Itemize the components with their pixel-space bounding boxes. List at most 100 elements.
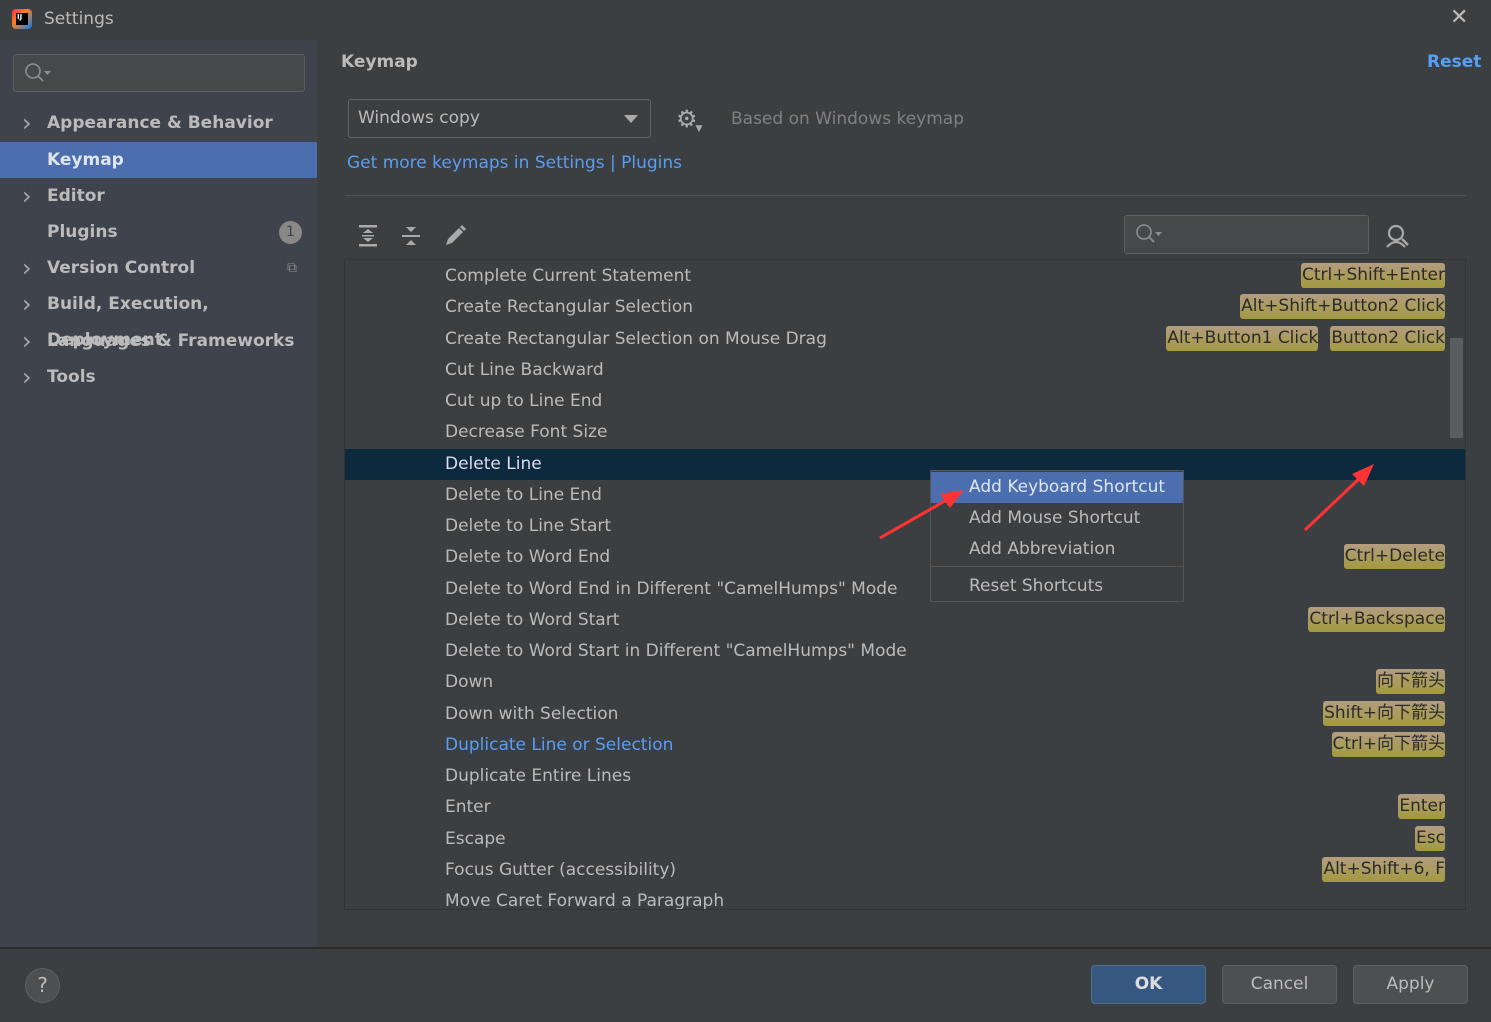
help-button[interactable]: ? (25, 968, 60, 1003)
shortcut-badge: Shift+向下箭头 (1323, 700, 1445, 726)
chevron-right-icon[interactable]: › (22, 250, 32, 286)
search-icon (25, 63, 51, 82)
collapse-all-icon[interactable] (400, 224, 422, 248)
sidebar-item-label: Keymap (47, 150, 124, 170)
shortcut-list: Esc (1415, 825, 1445, 853)
action-name: Complete Current Statement (445, 266, 692, 286)
chevron-right-icon[interactable]: › (22, 323, 32, 359)
shortcut-list: Ctrl+Backspace (1308, 606, 1445, 634)
shortcut-list: Alt+Shift+Button2 Click (1240, 294, 1445, 321)
update-count-badge: 1 (279, 221, 302, 244)
action-name: Delete to Word End (445, 547, 611, 568)
menu-item-add-keyboard-shortcut[interactable]: Add Keyboard Shortcut (931, 472, 1183, 503)
shortcut-list: Ctrl+Delete (1343, 544, 1445, 571)
action-name: Duplicate Entire Lines (445, 766, 632, 786)
shortcut-list: Shift+向下箭头 (1323, 700, 1445, 728)
sidebar-item-label: Editor (47, 186, 105, 206)
chevron-right-icon[interactable]: › (22, 105, 32, 141)
action-row[interactable]: Cut Line Backward (345, 355, 1465, 386)
sidebar-item-editor[interactable]: › Editor (0, 178, 317, 214)
shortcut-list: 向下箭头 (1376, 669, 1445, 696)
action-row[interactable]: Create Rectangular Selection Alt+Shift+Bu… (345, 292, 1465, 323)
ok-button[interactable]: OK (1091, 965, 1206, 1004)
action-name: Delete Line (445, 453, 542, 474)
sidebar-item-tools[interactable]: › Tools (0, 359, 317, 395)
action-name: Down (445, 672, 494, 693)
action-row[interactable]: Delete to Word Start in Different "Camel… (345, 636, 1465, 667)
action-row[interactable]: Decrease Font Size (345, 417, 1465, 448)
menu-item-add-abbreviation[interactable]: Add Abbreviation (931, 534, 1183, 565)
sidebar-item-build-execution-deployment[interactable]: › Build, Execution, Deployment (0, 286, 317, 350)
shortcut-badge: Ctrl+向下箭头 (1331, 731, 1445, 757)
based-on-label: Based on Windows keymap (731, 109, 964, 129)
action-name: Delete to Word Start (445, 609, 620, 630)
edit-pencil-icon[interactable] (443, 224, 467, 248)
sidebar-item-label: Languages & Frameworks (47, 331, 295, 351)
search-icon (1136, 224, 1162, 243)
intellij-logo-icon: IJ (12, 9, 32, 29)
close-icon[interactable]: ✕ (1450, 5, 1468, 30)
shortcut-badge: Esc (1415, 825, 1445, 851)
chevron-right-icon[interactable]: › (22, 359, 32, 395)
apply-button[interactable]: Apply (1353, 965, 1468, 1004)
sidebar-item-keymap[interactable]: Keymap (0, 142, 317, 178)
action-row[interactable]: Down with Selection Shift+向下箭头 (345, 699, 1465, 730)
shortcut-badge: Alt+Shift+Button2 Click (1240, 294, 1445, 320)
action-name: Delete to Line Start (445, 516, 612, 536)
sidebar-item-label: Appearance & Behavior (47, 113, 273, 133)
action-row[interactable]: Escape Esc (345, 824, 1465, 855)
action-row[interactable]: Down 向下箭头 (345, 667, 1465, 698)
settings-search-input[interactable] (13, 54, 305, 92)
action-search-input[interactable] (1124, 215, 1369, 254)
action-row[interactable]: Complete Current Statement Ctrl+Shift+Ent… (345, 261, 1465, 292)
menu-item-reset-shortcuts[interactable]: Reset Shortcuts (931, 571, 1183, 602)
action-name: Down with Selection (445, 703, 619, 724)
action-row[interactable]: Delete to Word End in Different "CamelHu… (345, 574, 1465, 605)
sidebar-item-label: Tools (47, 367, 96, 387)
chevron-right-icon[interactable]: › (22, 178, 32, 214)
shortcut-badge: Button2 Click (1330, 325, 1445, 351)
action-row[interactable]: Enter Enter (345, 792, 1465, 823)
action-name: Create Rectangular Selection (445, 297, 694, 318)
expand-all-icon[interactable] (357, 224, 379, 248)
action-row[interactable]: Create Rectangular Selection on Mouse Dr… (345, 324, 1465, 355)
menu-item-add-mouse-shortcut[interactable]: Add Mouse Shortcut (931, 503, 1183, 534)
shortcut-list: Alt+Button1 Click Button2 Click (1166, 325, 1445, 353)
action-row[interactable]: Cut up to Line End (345, 386, 1465, 417)
action-row[interactable]: Duplicate Entire Lines (345, 761, 1465, 792)
action-row[interactable]: Delete Line (345, 448, 1465, 480)
sidebar-item-plugins[interactable]: Plugins 1 (0, 214, 317, 250)
cancel-button[interactable]: Cancel (1222, 965, 1337, 1004)
action-name: Cut Line Backward (445, 359, 604, 380)
action-row[interactable]: Move Caret Forward a Paragraph (345, 886, 1465, 909)
shortcut-badge: Enter (1398, 794, 1445, 820)
list-scrollbar[interactable] (1450, 338, 1463, 438)
action-row[interactable]: Delete to Word Start Ctrl+Backspace (345, 605, 1465, 636)
action-row[interactable]: Delete to Line Start (345, 511, 1465, 542)
action-row[interactable]: Delete to Word End Ctrl+Delete (345, 542, 1465, 573)
reset-button[interactable]: Reset (1427, 52, 1481, 72)
chevron-right-icon[interactable]: › (22, 286, 32, 322)
page-title: Keymap (341, 52, 418, 72)
action-name: Delete to Line End (445, 484, 602, 505)
action-row[interactable]: Focus Gutter (accessibility) Alt+Shift+6,… (345, 855, 1465, 886)
divider (345, 195, 1466, 196)
action-name: Escape (445, 828, 506, 849)
find-by-shortcut-icon[interactable] (1385, 223, 1411, 249)
action-name: Create Rectangular Selection on Mouse Dr… (445, 328, 827, 349)
action-name: Enter (445, 797, 491, 818)
sidebar-item-languages-frameworks[interactable]: › Languages & Frameworks (0, 323, 317, 359)
keymap-select[interactable]: Windows copy (348, 99, 651, 138)
shortcut-list: Ctrl+向下箭头 (1331, 731, 1445, 759)
gear-icon[interactable]: ⚙▼ (676, 105, 704, 134)
actions-list: Complete Current Statement Ctrl+Shift+Ent… (344, 259, 1466, 910)
action-row[interactable]: Delete to Line End (345, 480, 1465, 511)
shortcut-badge: Alt+Shift+6, F (1322, 856, 1445, 882)
shortcut-badge: Ctrl+Backspace (1308, 606, 1445, 632)
shortcut-badge: Alt+Button1 Click (1166, 325, 1319, 351)
plugins-link[interactable]: Get more keymaps in Settings | Plugins (347, 153, 682, 173)
action-name: Focus Gutter (accessibility) (445, 859, 677, 880)
sidebar-item-version-control[interactable]: › Version Control ⧉ (0, 250, 317, 286)
sidebar-item-appearance-behavior[interactable]: › Appearance & Behavior (0, 105, 317, 141)
action-row[interactable]: Duplicate Line or Selection Ctrl+向下箭头 (345, 730, 1465, 761)
